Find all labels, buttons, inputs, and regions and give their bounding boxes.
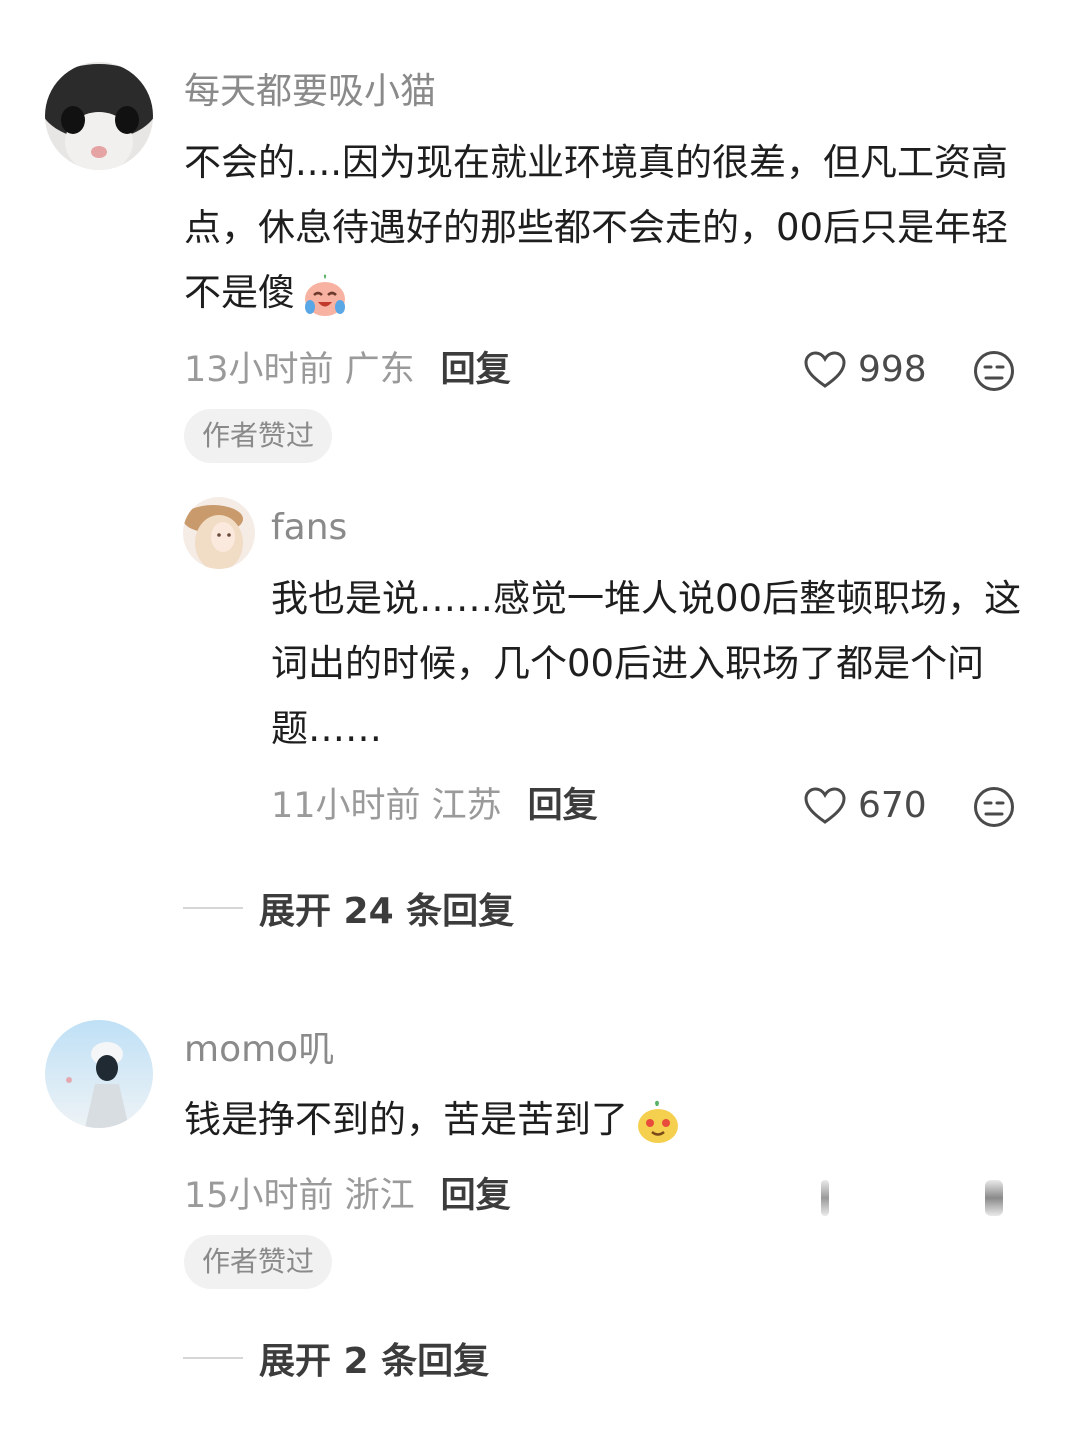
dislike-button[interactable] [973, 786, 1015, 828]
avatar[interactable] [45, 1020, 153, 1128]
like-button[interactable]: 670 [804, 784, 927, 828]
reply-meta: 11小时前 江苏 回复 [271, 784, 598, 828]
meh-face-icon [974, 351, 1014, 391]
expand-replies-button[interactable]: 展开 2 条回复 [183, 1332, 489, 1384]
like-button[interactable]: 998 [804, 348, 927, 392]
expand-replies-button[interactable]: 展开 24 条回复 [183, 882, 514, 934]
comment-time-location: 15小时前 浙江 [184, 1176, 415, 1216]
crying-laughing-emoji-icon [301, 271, 349, 319]
heart-icon [804, 351, 846, 388]
reply-text: 我也是说……感觉一堆人说00后整顿职场，这词出的时候，几个00后进入职场了都是个… [271, 577, 1022, 750]
author-liked-badge: 作者赞过 [184, 1235, 333, 1289]
dislike-button-loading[interactable] [985, 1180, 1003, 1216]
reply-button[interactable]: 回复 [528, 786, 598, 826]
comment-text: 钱是挣不到的，苦是苦到了 [184, 1087, 1034, 1152]
like-count: 998 [858, 349, 927, 390]
divider-line [183, 907, 243, 909]
comment-username[interactable]: 每天都要吸小猫 [184, 70, 436, 114]
comment-username[interactable]: momo叽 [184, 1028, 334, 1072]
comment-text-content: 钱是挣不到的，苦是苦到了 [184, 1098, 628, 1141]
smug-face-emoji-icon [634, 1098, 682, 1146]
comment-time-location: 13小时前 广东 [184, 350, 415, 390]
expand-replies-label: 展开 2 条回复 [259, 1341, 490, 1382]
like-count: 670 [858, 785, 927, 826]
reply-button[interactable]: 回复 [441, 1176, 511, 1216]
comment-meta: 13小时前 广东 回复 [184, 348, 511, 392]
author-liked-badge: 作者赞过 [184, 409, 333, 463]
heart-icon [804, 787, 846, 824]
comment-meta: 15小时前 浙江 回复 [184, 1174, 511, 1218]
divider-line [183, 1357, 243, 1359]
reply-time-location: 11小时前 江苏 [271, 786, 502, 826]
reply-avatar[interactable] [183, 497, 255, 569]
reply-username[interactable]: fans [271, 506, 347, 550]
expand-replies-label: 展开 24 条回复 [259, 891, 515, 932]
avatar[interactable] [45, 62, 153, 170]
comment-text: 不会的....因为现在就业环境真的很差，但凡工资高点，休息待遇好的那些都不会走的… [184, 130, 1034, 325]
dislike-button[interactable] [973, 350, 1015, 392]
like-button-loading[interactable] [821, 1180, 829, 1216]
reply-button[interactable]: 回复 [441, 350, 511, 390]
meh-face-icon [974, 787, 1014, 827]
